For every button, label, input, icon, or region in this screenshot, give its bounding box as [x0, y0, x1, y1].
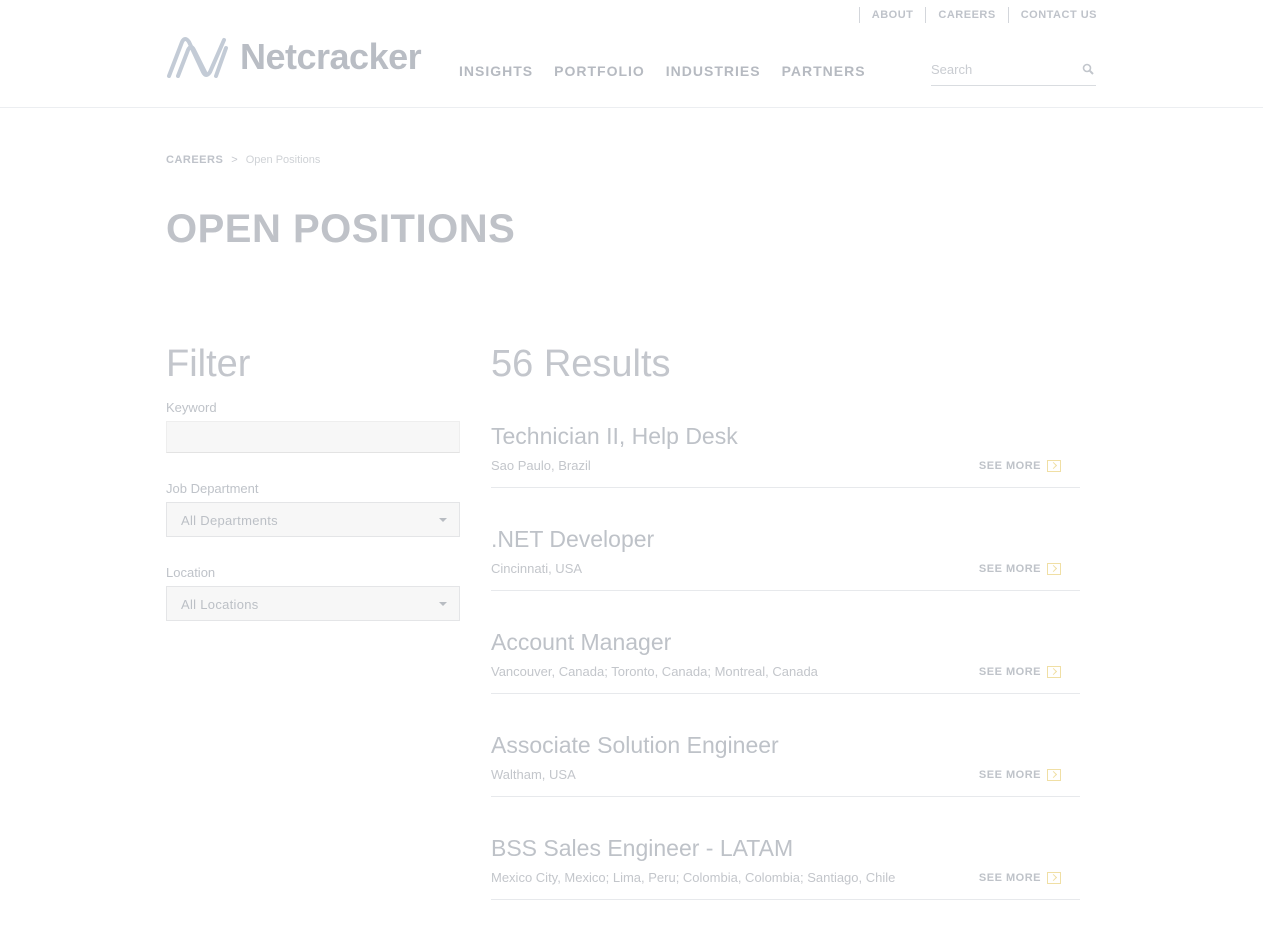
keyword-label: Keyword [166, 400, 217, 415]
search-input[interactable] [931, 58, 1071, 80]
nav-item-partners[interactable]: PARTNERS [782, 63, 866, 79]
nav-item-insights[interactable]: INSIGHTS [459, 63, 533, 79]
site-header: ABOUT CAREERS CONTACT US Netcracker INSI… [0, 0, 1263, 108]
chevron-down-icon [439, 602, 447, 606]
see-more-label: SEE MORE [978, 769, 1041, 781]
breadcrumb: CAREERS > Open Positions [166, 154, 320, 166]
job-location: Cincinnati, USA [491, 561, 583, 576]
see-more-label: SEE MORE [978, 666, 1041, 678]
page-title: OPEN POSITIONS [166, 207, 516, 251]
job-title[interactable]: Account Manager [491, 626, 671, 658]
filter-heading: Filter [166, 343, 251, 385]
see-more-label: SEE MORE [978, 872, 1041, 884]
see-more-button[interactable]: SEE MORE [979, 769, 1061, 781]
nav-item-industries[interactable]: INDUSTRIES [666, 63, 761, 79]
main-nav: INSIGHTS PORTFOLIO INDUSTRIES PARTNERS [459, 63, 887, 79]
job-item[interactable]: .NET Developer Cincinnati, USA SEE MORE [491, 523, 1080, 591]
see-more-button[interactable]: SEE MORE [979, 460, 1061, 472]
job-item[interactable]: Account Manager Vancouver, Canada; Toron… [491, 626, 1080, 694]
arrow-right-icon [1047, 872, 1061, 884]
breadcrumb-separator: > [231, 154, 238, 166]
department-select-value: All Departments [181, 513, 278, 528]
arrow-right-icon [1047, 769, 1061, 781]
results-count: 56 Results [491, 343, 671, 385]
utility-link-about[interactable]: ABOUT [858, 7, 914, 23]
results-panel: 56 Results Technician II, Help Desk Sao … [491, 340, 1080, 900]
search-icon[interactable] [1082, 62, 1094, 80]
keyword-input[interactable] [166, 421, 460, 453]
brand-logo[interactable]: Netcracker [166, 36, 422, 78]
arrow-right-icon [1047, 666, 1061, 678]
job-list: Technician II, Help Desk Sao Paulo, Braz… [491, 420, 1080, 935]
job-title[interactable]: BSS Sales Engineer - LATAM [491, 832, 793, 864]
department-select[interactable]: All Departments [166, 502, 460, 537]
location-select[interactable]: All Locations [166, 586, 460, 621]
nav-item-portfolio[interactable]: PORTFOLIO [554, 63, 645, 79]
arrow-right-icon [1047, 563, 1061, 575]
see-more-label: SEE MORE [978, 460, 1041, 472]
department-label: Job Department [166, 481, 259, 496]
job-item[interactable]: BSS Sales Engineer - LATAM Mexico City, … [491, 832, 1080, 900]
see-more-label: SEE MORE [978, 563, 1041, 575]
chevron-down-icon [439, 518, 447, 522]
netcracker-logo-icon [167, 37, 228, 78]
breadcrumb-current: Open Positions [245, 154, 321, 166]
job-location: Waltham, USA [491, 767, 576, 782]
job-title[interactable]: .NET Developer [491, 523, 654, 555]
job-location: Sao Paulo, Brazil [491, 458, 591, 473]
filter-panel: Filter Keyword Job Department All Depart… [166, 340, 462, 621]
arrow-right-icon [1047, 460, 1061, 472]
see-more-button[interactable]: SEE MORE [979, 872, 1061, 884]
utility-nav: ABOUT CAREERS CONTACT US [847, 7, 1097, 23]
job-item[interactable]: Technician II, Help Desk Sao Paulo, Braz… [491, 420, 1080, 488]
job-location: Vancouver, Canada; Toronto, Canada; Mont… [491, 664, 818, 679]
utility-link-contact-us[interactable]: CONTACT US [1007, 7, 1097, 23]
job-title[interactable]: Technician II, Help Desk [491, 420, 738, 452]
job-location: Mexico City, Mexico; Lima, Peru; Colombi… [491, 870, 896, 885]
search-box [931, 58, 1096, 86]
utility-link-careers[interactable]: CAREERS [925, 7, 995, 23]
job-title[interactable]: Associate Solution Engineer [491, 729, 779, 761]
location-label: Location [166, 565, 216, 580]
breadcrumb-careers-link[interactable]: CAREERS [166, 154, 223, 166]
see-more-button[interactable]: SEE MORE [979, 666, 1061, 678]
brand-name: Netcracker [240, 36, 422, 77]
see-more-button[interactable]: SEE MORE [979, 563, 1061, 575]
location-select-value: All Locations [181, 597, 259, 612]
job-item[interactable]: Associate Solution Engineer Waltham, USA… [491, 729, 1080, 797]
